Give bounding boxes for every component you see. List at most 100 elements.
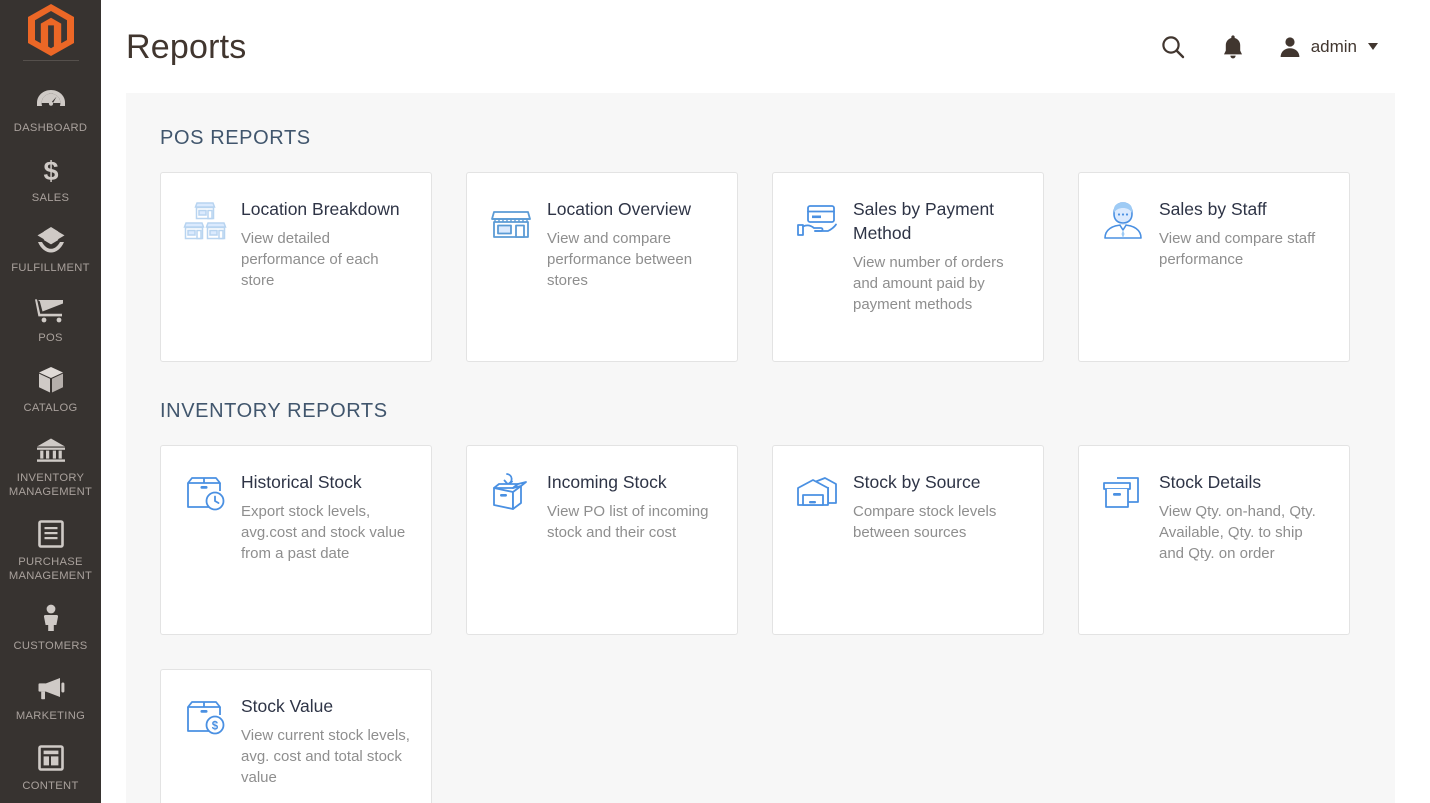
card-description: View number of orders and amount paid by… (853, 254, 1004, 313)
card-text: Stock Details View Qty. on-hand, Qty. Av… (1159, 468, 1329, 564)
report-card-stock-details[interactable]: Stock Details View Qty. on-hand, Qty. Av… (1078, 445, 1350, 635)
card-description: View and compare performance between sto… (547, 230, 693, 289)
sidebar-item-label: POS (38, 332, 63, 344)
sidebar-item-pos[interactable]: POS (0, 285, 101, 355)
stacked-boxes-icon (1101, 468, 1145, 514)
boxes-stack-icon (34, 224, 68, 256)
card-description: View and compare staff performance (1159, 230, 1316, 268)
report-card-incoming-stock[interactable]: Incoming Stock View PO list of incoming … (466, 445, 738, 635)
main-sidebar: Dashboard $ Sales Fulfillme (0, 0, 101, 803)
sidebar-item-sales[interactable]: $ Sales (0, 145, 101, 215)
card-title: Sales by Payment Method (853, 199, 995, 243)
card-title: Sales by Staff (1159, 199, 1267, 219)
card-text: Stock Value View current stock levels, a… (241, 692, 411, 788)
sidebar-item-label: Dashboard (13, 122, 88, 134)
magento-logo[interactable] (0, 0, 101, 60)
sidebar-item-marketing[interactable]: Marketing (0, 663, 101, 733)
user-name-label: admin (1310, 36, 1357, 56)
section-inventory-reports: INVENTORY REPORTS Historical Stock Expor… (160, 400, 1361, 803)
sidebar-item-label: Content (22, 780, 79, 792)
report-card-location-overview[interactable]: Location Overview View and compare perfo… (466, 172, 738, 362)
page-title: Reports (126, 27, 247, 66)
hand-credit-card-icon (795, 195, 839, 241)
card-title: Incoming Stock (547, 472, 667, 492)
bell-icon (1223, 34, 1242, 58)
bank-columns-icon (34, 434, 68, 466)
report-card-sales-by-staff[interactable]: Sales by Staff View and compare staff pe… (1078, 172, 1350, 362)
card-text: Sales by Payment Method View number of o… (853, 195, 1023, 315)
report-card-location-breakdown[interactable]: Location Breakdown View detailed perform… (160, 172, 432, 362)
app-root: Dashboard $ Sales Fulfillme (0, 0, 1430, 803)
card-title: Stock Details (1159, 472, 1262, 492)
sidebar-item-content[interactable]: Content (0, 733, 101, 803)
card-text: Location Overview View and compare perfo… (547, 195, 717, 291)
sidebar-item-catalog[interactable]: Catalog (0, 355, 101, 425)
sidebar-item-dashboard[interactable]: Dashboard (0, 75, 101, 145)
page-header: Reports admin (101, 0, 1430, 93)
sidebar-item-customers[interactable]: Customers (0, 593, 101, 663)
report-card-sales-by-payment-method[interactable]: Sales by Payment Method View number of o… (772, 172, 1044, 362)
pos-reports-card-grid: Location Breakdown View detailed perform… (160, 172, 1361, 362)
section-pos-reports: POS REPORTS Location Breakdown View deta… (160, 127, 1361, 362)
sidebar-item-purchase-management[interactable]: Purchase Management (0, 509, 101, 593)
sidebar-item-label: Inventory Management (8, 472, 93, 498)
sidebar-item-label: Marketing (15, 710, 86, 722)
card-description: View Qty. on-hand, Qty. Available, Qty. … (1159, 503, 1316, 562)
sidebar-item-label: Customers (13, 640, 88, 652)
sidebar-divider (22, 60, 79, 61)
warehouse-icon (795, 468, 839, 514)
card-description: View current stock levels, avg. cost and… (241, 727, 410, 786)
card-text: Historical Stock Export stock levels, av… (241, 468, 411, 564)
magento-logo-icon (27, 4, 74, 57)
reports-content-panel: POS REPORTS Location Breakdown View deta… (126, 93, 1395, 803)
main-region: Reports admin POS REPORTS Location Break… (101, 0, 1430, 803)
document-lines-icon (34, 518, 68, 550)
report-card-stock-by-source[interactable]: Stock by Source Compare stock levels bet… (772, 445, 1044, 635)
card-title: Stock Value (241, 696, 334, 716)
dollar-sign-icon: $ (34, 154, 68, 186)
user-avatar-icon (1280, 36, 1300, 57)
section-title: INVENTORY REPORTS (160, 400, 388, 422)
section-title: POS REPORTS (160, 127, 311, 149)
sidebar-item-inventory-management[interactable]: Inventory Management (0, 425, 101, 509)
report-card-historical-stock[interactable]: Historical Stock Export stock levels, av… (160, 445, 432, 635)
card-text: Stock by Source Compare stock levels bet… (853, 468, 1023, 543)
card-text: Incoming Stock View PO list of incoming … (547, 468, 717, 543)
content-scroll-area: POS REPORTS Location Breakdown View deta… (101, 93, 1430, 803)
svg-text:$: $ (43, 156, 58, 185)
multi-store-icon (183, 195, 227, 241)
sidebar-item-label: Catalog (23, 402, 78, 414)
sidebar-item-fulfillment[interactable]: Fulfillment (0, 215, 101, 285)
shopping-cart-icon (34, 294, 68, 326)
card-description: View detailed performance of each store (241, 230, 379, 289)
megaphone-icon (34, 672, 68, 704)
staff-person-icon (1101, 195, 1145, 241)
card-title: Location Overview (547, 199, 691, 219)
sidebar-item-label: Purchase Management (8, 556, 93, 582)
person-icon (34, 602, 68, 634)
box-arrow-in-icon (489, 468, 533, 514)
sidebar-item-label: Fulfillment (11, 262, 90, 274)
box-clock-icon (183, 468, 227, 514)
header-actions: admin (1158, 32, 1378, 62)
inventory-reports-card-grid: Historical Stock Export stock levels, av… (160, 445, 1361, 803)
layout-blocks-icon (34, 742, 68, 774)
card-description: Compare stock levels between sources (853, 503, 997, 541)
package-box-icon (34, 364, 68, 396)
card-text: Location Breakdown View detailed perform… (241, 195, 411, 291)
search-icon (1161, 35, 1184, 58)
dashboard-gauge-icon (34, 84, 68, 116)
search-button[interactable] (1158, 32, 1188, 62)
user-menu[interactable]: admin (1278, 35, 1378, 59)
sidebar-item-label: Sales (31, 192, 70, 204)
card-title: Stock by Source (853, 472, 981, 492)
chevron-down-icon (1368, 43, 1378, 50)
svg-text:$: $ (212, 720, 219, 732)
card-text: Sales by Staff View and compare staff pe… (1159, 195, 1329, 270)
report-card-stock-value[interactable]: $ Stock Value View current stock levels,… (160, 669, 432, 803)
card-description: View PO list of incoming stock and their… (547, 503, 709, 541)
notifications-button[interactable] (1218, 32, 1248, 62)
box-dollar-icon: $ (183, 692, 227, 738)
storefront-icon (489, 195, 533, 241)
card-description: Export stock levels, avg.cost and stock … (241, 503, 406, 562)
